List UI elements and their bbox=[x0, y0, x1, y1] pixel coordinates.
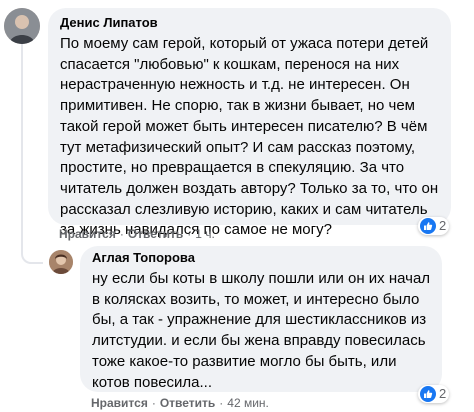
comment-author[interactable]: Денис Липатов bbox=[60, 15, 439, 31]
avatar-image bbox=[49, 250, 73, 274]
comment-actions: Нравится · Ответить · 1 ч. bbox=[59, 227, 215, 241]
comment-line: спасается "любовью" к кошкам, перенося н… bbox=[60, 55, 400, 73]
reaction-summary[interactable]: 2 bbox=[418, 217, 450, 235]
comment-line: котов повесила... bbox=[92, 373, 213, 391]
comment-line: нерастраченную нежность и т.д. не интере… bbox=[60, 76, 410, 94]
reaction-count: 2 bbox=[439, 386, 447, 401]
comment-line: примитивен. Не спорю, так в жизни бывает… bbox=[60, 97, 415, 115]
comment-line: читатель должен воздать автору? Только з… bbox=[60, 179, 439, 197]
comment-bubble: Аглая Топорова ну если бы коты в школу п… bbox=[80, 246, 442, 392]
avatar[interactable] bbox=[49, 250, 73, 274]
separator-dot: · bbox=[219, 396, 224, 410]
comment-line: рассказал слезливую историю, каких и сам… bbox=[60, 200, 428, 218]
comment-timestamp[interactable]: 42 мин. bbox=[227, 396, 269, 410]
avatar-image bbox=[4, 8, 40, 44]
separator-dot: · bbox=[151, 396, 156, 410]
comment-line: в колясках возить, то может, и интересно… bbox=[92, 290, 420, 308]
comment-line: По моему сам герой, который от ужаса пот… bbox=[60, 35, 429, 52]
reply-button[interactable]: Ответить bbox=[160, 396, 215, 410]
comment-line: бы, а так - упражнение для шестиклассник… bbox=[92, 311, 427, 329]
comment-timestamp[interactable]: 1 ч. bbox=[195, 227, 215, 241]
comment-line: ну если бы коты в школу пошли или он их … bbox=[92, 270, 431, 287]
like-button[interactable]: Нравится bbox=[91, 396, 148, 410]
comment-actions: Нравится · Ответить · 42 мин. bbox=[91, 396, 269, 410]
comment-line: такой герой может быть интересен писател… bbox=[60, 117, 428, 135]
avatar[interactable] bbox=[4, 8, 40, 44]
like-icon bbox=[420, 386, 436, 402]
separator-dot: · bbox=[187, 227, 192, 241]
comment-line: тоже какое-то развитие могло бы быть, ил… bbox=[92, 352, 397, 370]
reply-thread-connector bbox=[21, 44, 43, 264]
comment-line: литстудии. и если бы жена вправду повеси… bbox=[92, 332, 426, 350]
comment-bubble: Денис Липатов По моему сам герой, которы… bbox=[48, 8, 451, 238]
comment-line: тут метафизический опыт? И сам рассказ п… bbox=[60, 138, 416, 156]
like-icon bbox=[420, 218, 436, 234]
comment-line: простите, но превращается в спекуляцию. … bbox=[60, 159, 405, 177]
reaction-summary[interactable]: 2 bbox=[418, 385, 450, 403]
comment-text: ну если бы коты в школу пошли или он их … bbox=[92, 269, 430, 393]
reaction-count: 2 bbox=[439, 218, 447, 233]
comment-author[interactable]: Аглая Топорова bbox=[92, 250, 430, 266]
comment-text: По моему сам герой, который от ужаса пот… bbox=[60, 34, 439, 241]
reply-button[interactable]: Ответить bbox=[128, 227, 183, 241]
like-button[interactable]: Нравится bbox=[59, 227, 116, 241]
separator-dot: · bbox=[119, 227, 124, 241]
